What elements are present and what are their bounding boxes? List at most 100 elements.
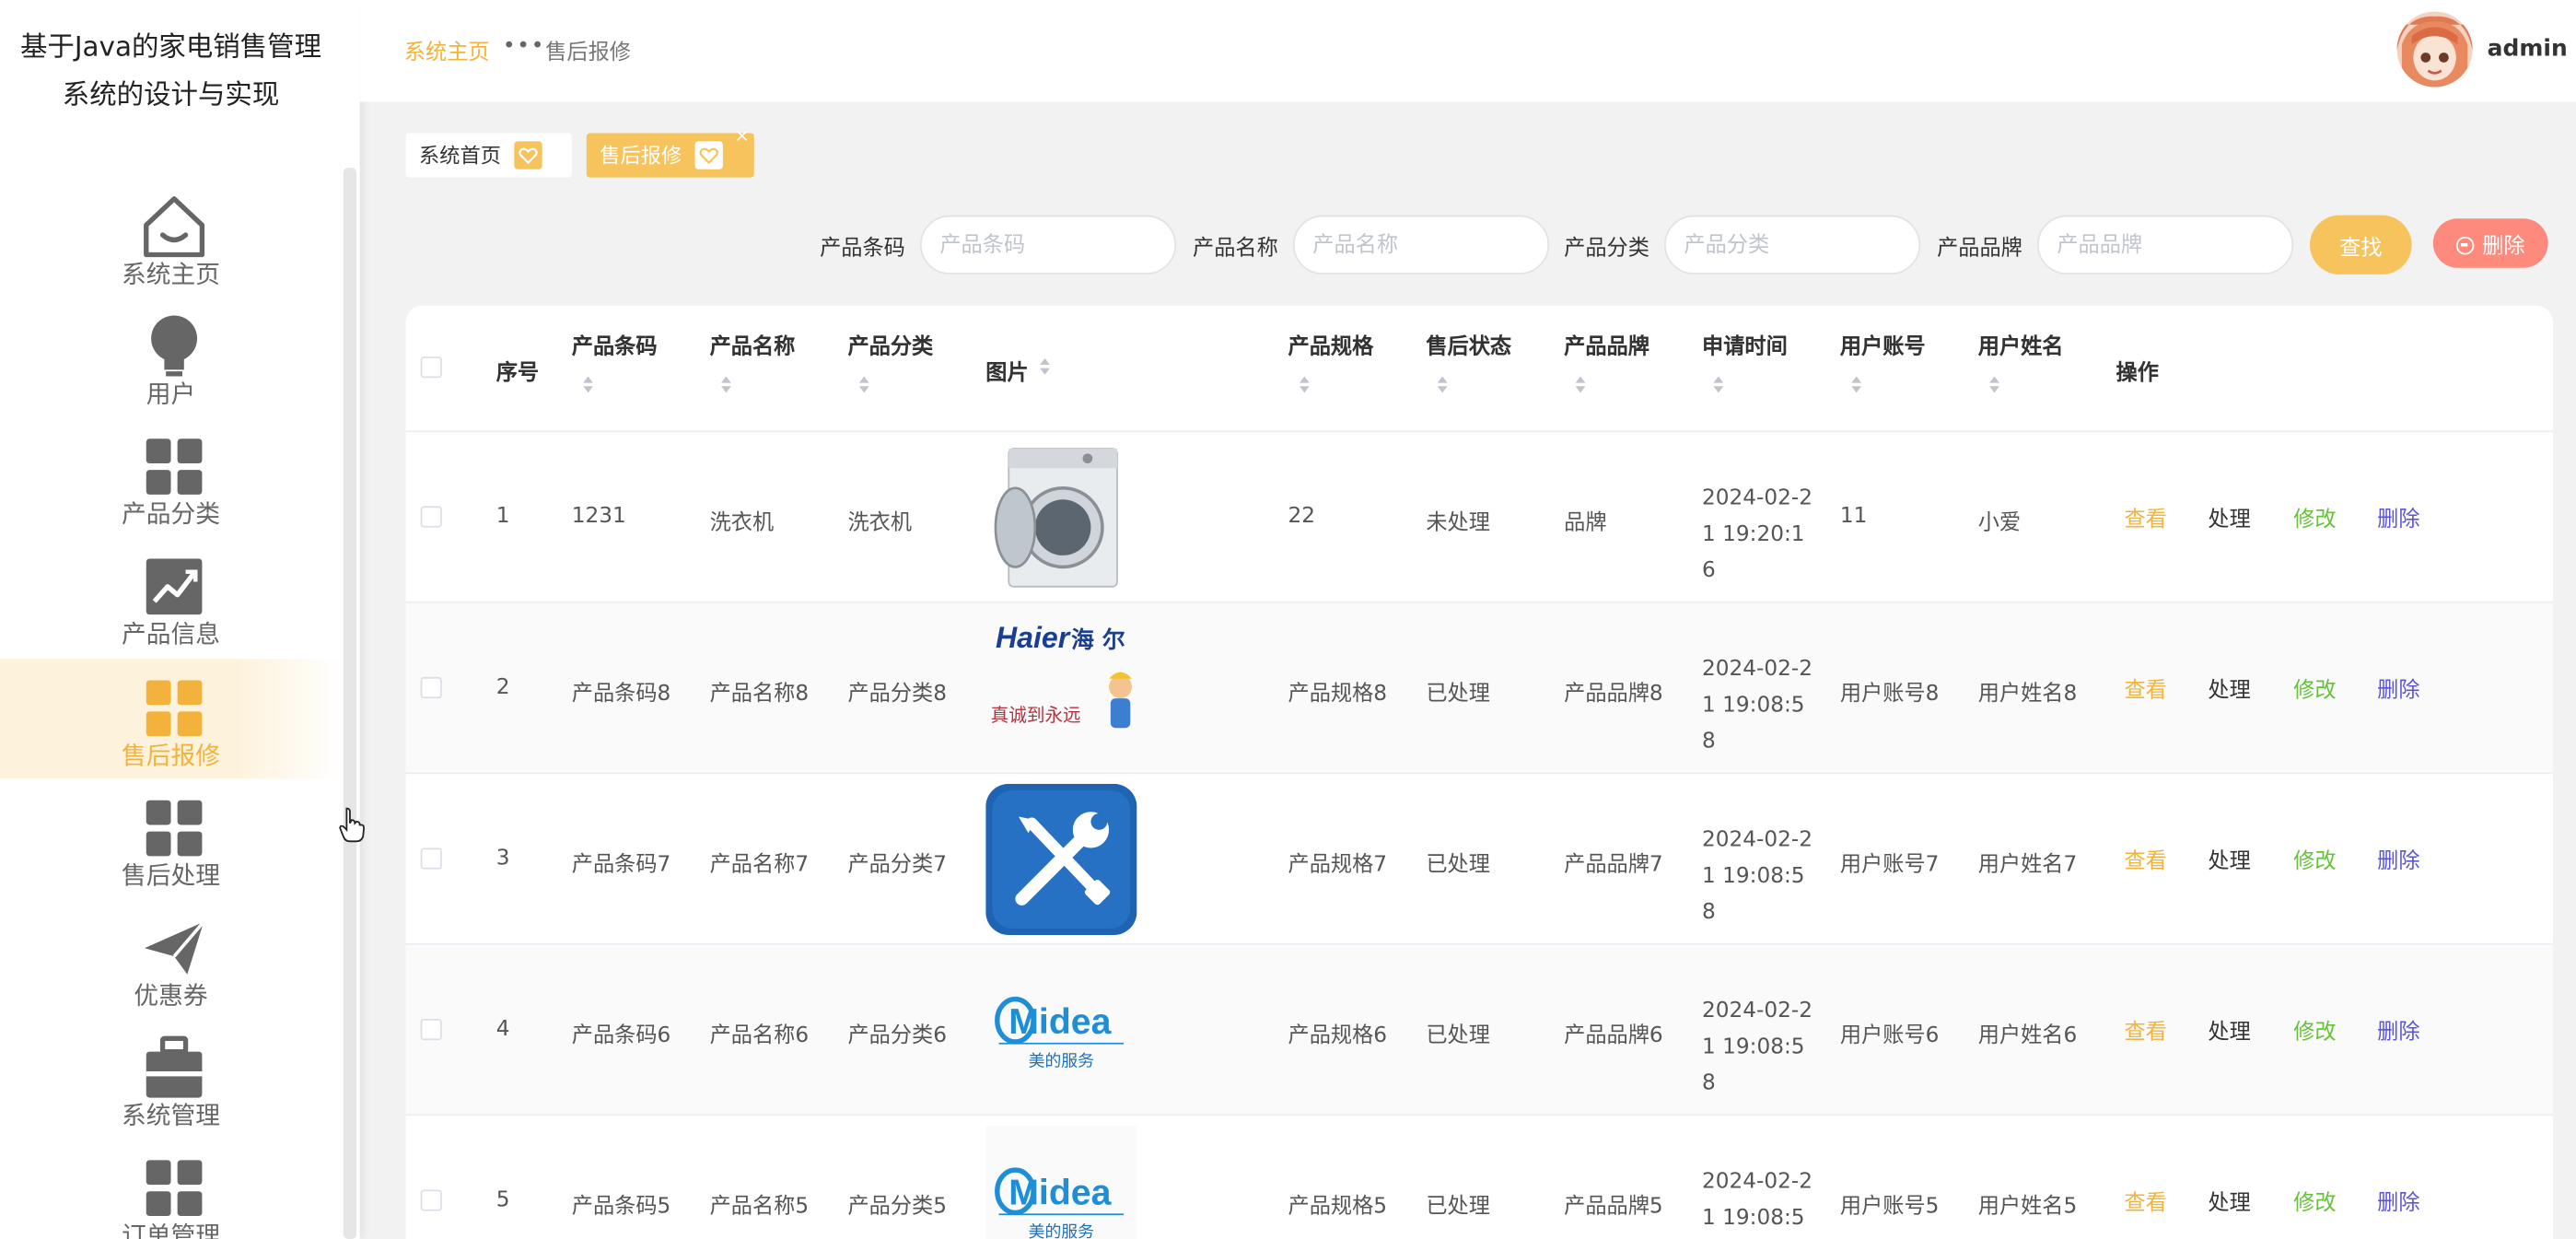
svg-text:Haier: Haier <box>996 621 1071 654</box>
cell-code: 1231 <box>571 504 626 530</box>
sidebar-item-label: 售后报修 <box>121 741 221 771</box>
sidebar-item-coupon[interactable]: 优惠券 <box>0 899 342 1019</box>
sidebar-item-user[interactable]: 用户 <box>0 298 342 417</box>
batch-delete-button[interactable]: 删除 <box>2432 218 2548 268</box>
sidebar-item-label: 优惠券 <box>134 980 208 1011</box>
search-name-label: 产品名称 <box>1193 236 1278 262</box>
haier-logo-image[interactable]: Haier 海 尔 真诚到永远 <box>985 613 1137 765</box>
delete-button[interactable]: 删除 <box>2377 843 2419 874</box>
cell-category: 产品分类7 <box>847 852 947 878</box>
cell-index: 5 <box>495 1187 510 1213</box>
tag-label: 系统首页 <box>418 143 502 168</box>
header-user-name[interactable]: 用户姓名 <box>1978 329 2064 360</box>
handle-button[interactable]: 处理 <box>2208 672 2250 704</box>
sidebar-scrollbar[interactable] <box>343 167 357 1239</box>
header-status[interactable]: 售后状态 <box>1426 329 1511 360</box>
grid-icon <box>146 800 203 857</box>
tag-repair[interactable]: 售后报修 × <box>586 125 754 178</box>
header-spec[interactable]: 产品规格 <box>1288 329 1373 360</box>
heart-icon <box>694 141 723 169</box>
cell-status: 已处理 <box>1426 1194 1490 1220</box>
edit-button[interactable]: 修改 <box>2293 672 2336 704</box>
row-checkbox[interactable] <box>420 847 442 870</box>
delete-button[interactable]: 删除 <box>2377 1185 2419 1216</box>
sidebar-item-label: 用户 <box>146 380 196 410</box>
view-button[interactable]: 查看 <box>2124 1185 2166 1216</box>
row-checkbox[interactable] <box>420 1189 442 1211</box>
avatar[interactable] <box>2396 11 2473 88</box>
washing-machine-image[interactable] <box>985 442 1136 593</box>
sidebar-item-system[interactable]: 系统管理 <box>0 1019 342 1139</box>
sort-icon[interactable] <box>1713 376 1727 393</box>
grid-icon <box>146 1160 203 1217</box>
view-button[interactable]: 查看 <box>2124 1014 2166 1046</box>
sidebar-item-category[interactable]: 产品分类 <box>0 417 342 537</box>
view-button[interactable]: 查看 <box>2124 672 2166 704</box>
cell-brand: 产品品牌5 <box>1564 1194 1663 1220</box>
sort-icon[interactable] <box>721 376 734 393</box>
edit-button[interactable]: 修改 <box>2293 843 2336 874</box>
row-checkbox[interactable] <box>420 506 442 528</box>
search-code-input[interactable] <box>919 215 1177 275</box>
select-all-checkbox[interactable] <box>420 357 442 379</box>
header-image[interactable]: 图片 <box>985 355 1028 386</box>
sort-icon[interactable] <box>858 376 872 393</box>
sort-icon[interactable] <box>1437 376 1451 393</box>
search-brand-input[interactable] <box>2036 215 2294 275</box>
cell-time: 2024-02-21 19:08:58 <box>1702 828 1813 926</box>
sidebar-item-product[interactable]: 产品信息 <box>0 537 342 657</box>
sort-icon[interactable] <box>1040 357 1053 375</box>
sort-icon[interactable] <box>1299 376 1312 393</box>
search-button[interactable]: 查找 <box>2310 215 2412 275</box>
breadcrumb-home[interactable]: 系统主页 <box>404 34 490 66</box>
header-brand[interactable]: 产品品牌 <box>1564 329 1649 360</box>
midea-logo-image[interactable]: Midea 美的服务 <box>985 1125 1137 1239</box>
search-category-label: 产品分类 <box>1564 236 1649 262</box>
delete-button[interactable]: 删除 <box>2377 1014 2419 1046</box>
search-brand-label: 产品品牌 <box>1937 236 2022 262</box>
search-code-label: 产品条码 <box>820 236 905 262</box>
breadcrumb-current: 售后报修 <box>545 41 632 66</box>
edit-button[interactable]: 修改 <box>2293 501 2336 532</box>
sort-icon[interactable] <box>583 376 596 393</box>
cell-brand: 产品品牌7 <box>1564 852 1663 878</box>
header-account[interactable]: 用户账号 <box>1840 329 1926 360</box>
handle-button[interactable]: 处理 <box>2208 1185 2250 1216</box>
midea-logo-image[interactable]: Midea 美的服务 <box>985 954 1137 1106</box>
header-name[interactable]: 产品名称 <box>710 329 796 360</box>
cell-status: 已处理 <box>1426 852 1490 878</box>
cell-account: 用户账号7 <box>1839 852 1940 878</box>
sort-icon[interactable] <box>1575 376 1589 393</box>
tag-home[interactable]: 系统首页 <box>405 133 572 178</box>
cell-user-name: 用户姓名7 <box>1977 852 2078 878</box>
delete-button[interactable]: 删除 <box>2377 672 2419 704</box>
cell-index: 3 <box>495 846 510 871</box>
row-checkbox[interactable] <box>420 676 442 699</box>
edit-button[interactable]: 修改 <box>2293 1014 2336 1046</box>
cell-brand: 品牌 <box>1564 510 1607 536</box>
username[interactable]: admin <box>2488 36 2568 63</box>
handle-button[interactable]: 处理 <box>2208 501 2250 532</box>
sidebar-item-home[interactable]: 系统主页 <box>0 178 342 298</box>
header-time[interactable]: 申请时间 <box>1702 329 1788 360</box>
handle-button[interactable]: 处理 <box>2208 1014 2250 1046</box>
handle-button[interactable]: 处理 <box>2208 843 2250 874</box>
sort-icon[interactable] <box>1989 376 2002 393</box>
search-category-input[interactable] <box>1663 215 1921 275</box>
sidebar-item-repair-handle[interactable]: 售后处理 <box>0 779 342 899</box>
close-icon[interactable]: × <box>734 120 749 153</box>
repair-tools-icon[interactable] <box>985 783 1137 935</box>
view-button[interactable]: 查看 <box>2124 501 2166 532</box>
view-button[interactable]: 查看 <box>2124 843 2166 874</box>
sidebar-item-repair[interactable]: 售后报修 <box>0 659 343 779</box>
row-checkbox[interactable] <box>420 1018 442 1041</box>
edit-button[interactable]: 修改 <box>2293 1185 2336 1216</box>
hand-cursor-icon <box>339 807 366 843</box>
header-code[interactable]: 产品条码 <box>572 329 658 360</box>
search-name-input[interactable] <box>1292 215 1550 275</box>
sort-icon[interactable] <box>1851 376 1864 393</box>
sidebar-item-order[interactable]: 订单管理 <box>0 1139 342 1239</box>
table-row: 2 产品条码8 产品名称8 产品分类8 Haier 海 尔 真诚到永远 产品规格… <box>405 601 2554 773</box>
delete-button[interactable]: 删除 <box>2377 501 2419 532</box>
header-category[interactable]: 产品分类 <box>847 329 933 360</box>
